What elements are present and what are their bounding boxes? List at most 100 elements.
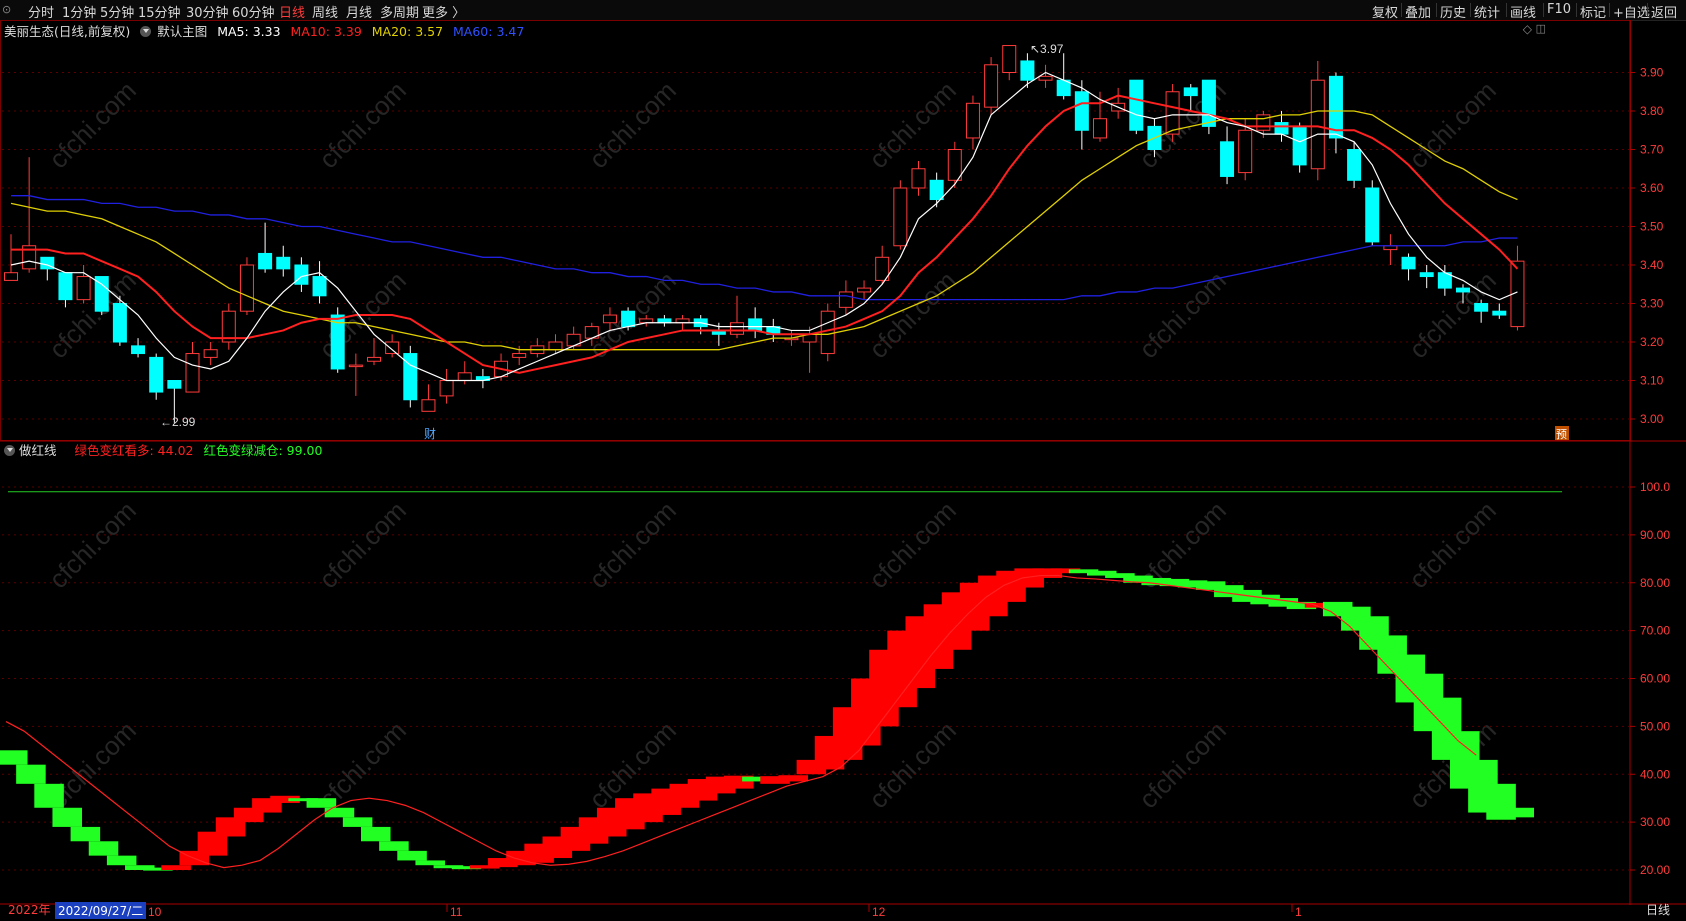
price-tick-label: 3.50 [1640,220,1664,234]
indicator-step-bar [379,841,409,851]
candle-body [239,264,254,312]
watermark-text: cfchi.com [583,495,682,594]
indicator-tick-label: 80.00 [1640,576,1670,590]
candle-body [58,272,73,301]
ma60-line [11,195,1518,301]
candle-body [1347,149,1362,181]
candle-body [730,322,744,335]
candle-body [1419,272,1434,278]
watermark-text: cfchi.com [43,265,142,364]
period-label[interactable]: 日线 [1646,901,1670,918]
price-tick-label: 3.40 [1640,258,1664,272]
candle-body [1165,91,1180,135]
indicator-step-bar [34,783,64,808]
watermark-text: cfchi.com [313,75,412,174]
price-tick-label: 3.60 [1640,181,1664,195]
indicator-step-bar [70,826,101,842]
indicator-step-bar [778,775,808,782]
candle-body [167,380,182,389]
indicator-tick-label: 60.00 [1640,672,1670,686]
indicator-tick-label: 90.00 [1640,528,1670,542]
watermark-text: cfchi.com [1133,75,1232,174]
candle-body [965,102,980,139]
candle-body [1201,79,1216,127]
indicator-step-bar [415,860,445,866]
price-tick-label: 3.00 [1640,412,1664,426]
indicator-tick-label: 40.00 [1640,767,1670,781]
price-tick-label: 3.90 [1640,66,1664,80]
forecast-marker: 预 [1556,428,1567,441]
ma20-line [10,110,1518,351]
candle-body [258,252,273,270]
candle-body [1474,303,1489,312]
candle-body [1401,256,1416,270]
watermark-text: cfchi.com [1403,75,1502,174]
finance-marker: 财 [424,427,436,441]
month-tick-label: 11 [450,905,463,919]
candle-body [984,64,999,108]
candle-body [1310,79,1325,170]
candle-body [4,272,18,281]
candle-body [348,364,363,368]
watermark-text: cfchi.com [1133,265,1232,364]
candle-body [203,349,218,358]
candle-body [1038,75,1053,81]
indicator-step-bar [324,807,355,818]
candle-body [439,380,454,397]
candle-body [1129,79,1144,131]
indicator-step-bar [88,841,119,856]
high-price-label: ↖3.97 [1030,42,1064,56]
candle-body [294,264,309,285]
watermark-text: cfchi.com [313,495,412,594]
month-tick-label: 12 [872,905,886,919]
candle-body [1020,60,1035,81]
indicator-step-bar [52,807,82,827]
candle-body [1074,91,1089,131]
indicator-step-bar [0,750,28,765]
candle-body [367,356,381,362]
year-label: 2022年 [8,903,51,917]
candle-body [276,256,291,270]
price-tick-label: 3.20 [1640,335,1664,349]
low-price-label: ←2.99 [160,415,196,429]
candle-body [602,314,617,324]
cursor-date: 2022/09/27/二 [55,902,147,919]
candle-body [1292,125,1307,166]
indicator-step-bar [106,855,137,866]
candle-body [76,276,91,301]
candle-body [548,341,563,351]
watermark-text: cfchi.com [1403,265,1502,364]
candle-body [857,287,872,293]
candle-body [385,341,400,355]
price-tick-label: 3.30 [1640,297,1664,311]
watermark-text: cfchi.com [43,75,142,174]
candle-body [1365,187,1380,243]
indicator-step-bar [342,817,373,827]
candle-body [893,187,908,247]
candle-body [929,179,944,201]
watermark-text: cfchi.com [863,75,962,174]
candle-body [421,399,436,412]
candle-body [149,356,164,393]
indicator-tick-label: 30.00 [1640,815,1670,829]
indicator-step-bar [1504,807,1534,818]
watermark-text: cfchi.com [583,75,682,174]
price-chart[interactable]: cfchi.com cfchi.com cfchi.com cfchi.com cfch… [0,0,1686,921]
candle-body [312,276,327,297]
candle-body [621,310,636,328]
price-tick-label: 3.70 [1640,143,1664,157]
ma10-line [11,94,1519,374]
candle-body [947,149,962,181]
candle-body [512,353,527,358]
month-tick-label: 1 [1295,905,1302,919]
candle-body [1274,122,1289,135]
candle-body [838,291,853,308]
indicator-tick-label: 100.0 [1640,480,1670,494]
candle-body [1456,287,1470,293]
indicator-step-bar [161,865,191,870]
indicator-tick-label: 70.00 [1640,624,1670,638]
candle-body [112,303,127,343]
indicator-step-bar [306,798,337,808]
month-tick-label: 10 [148,905,162,919]
price-tick-label: 3.80 [1640,104,1664,118]
